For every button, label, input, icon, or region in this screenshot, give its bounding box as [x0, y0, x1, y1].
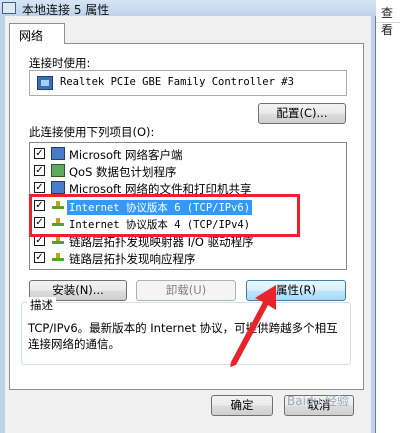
- ok-button[interactable]: 确定: [211, 395, 273, 416]
- divider: [376, 22, 400, 23]
- tab-network[interactable]: 网络: [9, 23, 65, 44]
- annotation-arrow: [230, 285, 276, 367]
- watermark: Baidu 经验: [287, 394, 349, 408]
- arrow-shape: [230, 285, 276, 367]
- background-window-text: 查看: [381, 6, 394, 37]
- background-window: 查看: [376, 0, 400, 433]
